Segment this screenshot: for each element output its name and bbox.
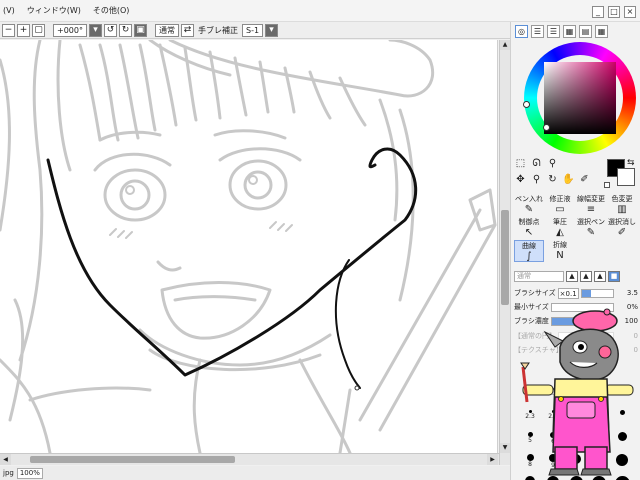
color-marker[interactable] [543,124,550,131]
restore-button[interactable]: □ [608,6,620,18]
zoom-icon[interactable]: ⚲ [530,173,543,186]
polyline-icon: N [556,250,564,261]
scroll-down-icon[interactable]: ▼ [500,443,510,453]
scroll-up-icon[interactable]: ▲ [500,40,510,50]
shape-soft1-icon[interactable]: ▲ [580,270,592,282]
minimize-button[interactable]: _ [592,6,604,18]
brush-mode-row: 通常 ▲ ▲ ▲ ■ [514,270,638,282]
menu-view[interactable]: (V) [0,6,24,15]
blend-mode-field[interactable]: 通常 [154,23,179,37]
brush-empty-slot[interactable] [576,240,606,262]
reset-rotation-icon[interactable]: ▣ [133,23,147,37]
brush-pressure[interactable]: 筆圧 ◭ [545,217,575,239]
swap-colors-icon[interactable]: ⇆ [627,158,635,168]
brush-empty-slot[interactable] [607,240,637,262]
rotation-field[interactable]: +000° [53,23,87,37]
zoom-out-icon[interactable]: − [2,23,15,37]
zoom-readout: 100% [16,467,43,479]
zoom-in-icon[interactable]: + [17,23,30,37]
color-change-icon: ▥ [617,204,627,215]
stabilizer-label: 手ブレ補正 [197,25,238,35]
select-erase-icon: ✐ [617,227,627,238]
rotate-right-icon[interactable]: ↻ [118,23,132,37]
brush-select-erase[interactable]: 選択消し ✐ [607,217,637,239]
lasso-icon[interactable]: ᘏ [530,157,543,170]
horizontal-scroll-thumb[interactable] [30,456,235,463]
brush-size-value: 3.5 [626,289,638,297]
rotation-dropdown-icon[interactable]: ▾ [88,23,102,37]
blend-mode-select[interactable]: 通常 [514,270,564,282]
menu-window[interactable]: ウィンドウ(W) [24,5,90,16]
cursor-icon: ↖ [524,227,534,238]
pressure-icon: ◭ [556,227,564,238]
flip-icon[interactable]: ⇄ [180,23,194,37]
shape-square-icon[interactable]: ■ [608,270,620,282]
line-width-icon: ≡ [586,204,596,215]
eraser-icon: ▭ [555,204,565,215]
vertical-scrollbar[interactable]: ▲ ▼ [499,40,510,465]
curve-icon: ∫ [526,251,532,262]
palette-tab-icon[interactable]: ▦ [595,25,608,38]
brush-line-width[interactable]: 線幅変更 ≡ [576,194,606,216]
eyedropper-icon[interactable]: ✐ [578,173,591,186]
brush-select-pen[interactable]: 選択ペン ✎ [576,217,606,239]
scroll-left-icon[interactable]: ◀ [0,454,11,465]
shape-hard-icon[interactable]: ▲ [566,270,578,282]
pen-icon: ✎ [524,204,534,215]
rect-select-icon[interactable]: ⬚ [514,157,527,170]
scratchpad-tab-icon[interactable]: ▤ [579,25,592,38]
brush-tool-grid: ペン入れ ✎ 修正液 ▭ 線幅変更 ≡ 色変更 ▥ 制御点 ↖ 筆圧 ◭ 選択ペン ✎ 選択消… [514,194,638,262]
close-button[interactable]: × [624,6,636,18]
size-multiplier[interactable]: ×0.1 [557,288,579,299]
shape-soft2-icon[interactable]: ▲ [594,270,606,282]
saturation-value-square[interactable] [544,62,616,134]
tool-icon-row: ⬚ ᘏ ⚲ ✥ ⚲ ↻ ✋ ✐ [514,157,591,186]
brush-curve[interactable]: 曲線 ∫ [514,240,544,262]
stabilizer-select[interactable]: S-1 [241,23,264,37]
brush-pen[interactable]: ペン入れ ✎ [514,194,544,216]
color-panel-tabs: ◎ ☰ ☰ ▦ ▤ ▦ [515,25,608,38]
file-extension: jpg [3,469,14,477]
horizontal-scrollbar[interactable]: ◀ ▶ [0,453,499,465]
brush-polyline[interactable]: 折線 N [545,240,575,262]
brush-correction[interactable]: 修正液 ▭ [545,194,575,216]
rotate-icon[interactable]: ↻ [546,173,559,186]
reset-colors-icon[interactable] [604,182,610,188]
brush-size-row[interactable]: ブラシサイズ ×0.1 3.5 [514,288,638,299]
brush-size-slider[interactable] [580,289,614,298]
hand-icon[interactable]: ✋ [562,173,575,186]
brush-size-label: ブラシサイズ [514,289,556,297]
hue-marker[interactable] [523,101,530,108]
select-pen-icon: ✎ [586,227,596,238]
menu-bar: (V) ウィンドウ(W) その他(O) _ □ × [0,0,640,22]
color-wheel-tab-icon[interactable]: ◎ [515,25,528,38]
vertical-scroll-thumb[interactable] [501,210,509,305]
status-bar: jpg 100% [0,466,510,480]
swatch-tab-icon[interactable]: ▦ [563,25,576,38]
magic-wand-icon[interactable]: ⚲ [546,157,559,170]
hsv-slider-tab-icon[interactable]: ☰ [547,25,560,38]
brush-control-point[interactable]: 制御点 ↖ [514,217,544,239]
stabilizer-dropdown-icon[interactable]: ▾ [265,23,279,37]
menu-other[interactable]: その他(O) [90,5,139,16]
rotate-left-icon[interactable]: ↺ [103,23,117,37]
rgb-slider-tab-icon[interactable]: ☰ [531,25,544,38]
brush-color-change[interactable]: 色変更 ▥ [607,194,637,216]
background-color-swatch[interactable] [617,168,635,186]
fit-view-icon[interactable]: ▢ [32,23,45,37]
move-icon[interactable]: ✥ [514,173,527,186]
window-controls: _ □ × [592,6,636,18]
drawing-canvas[interactable] [0,40,498,453]
canvas-toolbar: − + ▢ +000° ▾ ↺ ↻ ▣ 通常 ⇄ 手ブレ補正 S-1 ▾ [0,22,510,39]
canvas-artwork [0,40,497,453]
mascot-character [520,308,634,476]
app-window: (V) ウィンドウ(W) その他(O) _ □ × − + ▢ +000° ▾ … [0,0,640,480]
scroll-right-icon[interactable]: ▶ [487,454,498,465]
